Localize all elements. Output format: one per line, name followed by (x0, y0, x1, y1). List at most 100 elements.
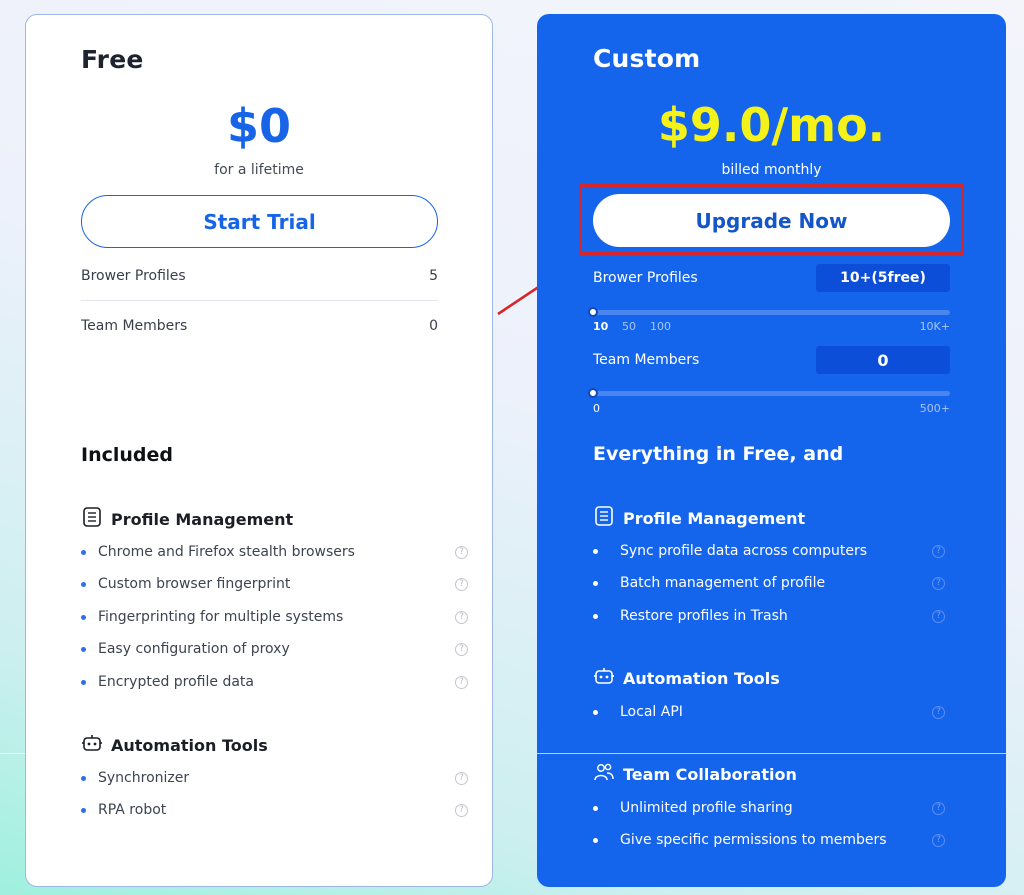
custom-plan-price-sub: billed monthly (721, 162, 822, 178)
bullet (593, 805, 598, 811)
custom-plan-title: Custom (593, 44, 701, 73)
free-members-label: Team Members (81, 318, 188, 334)
help-icon[interactable]: ? (932, 801, 945, 815)
slider-tick: 50 (622, 320, 636, 333)
feature-item: Fingerprinting for multiple systems ? (81, 609, 468, 625)
help-icon[interactable]: ? (932, 609, 945, 623)
group-title: Profile Management (111, 509, 294, 529)
feature-text: Encrypted profile data (98, 674, 254, 690)
page-rule-right (537, 753, 1006, 754)
help-icon[interactable]: ? (932, 544, 945, 558)
free-group-automation-tools: Automation Tools (81, 732, 268, 758)
feature-text: Give specific permissions to members (620, 832, 887, 848)
profiles-value-box[interactable]: 10+(5free) (816, 264, 950, 292)
group-title: Profile Management (623, 508, 806, 528)
help-icon[interactable]: ? (932, 576, 945, 590)
feature-item: Batch management of profile ? (593, 575, 945, 591)
document-icon (81, 506, 103, 532)
feature-item: Sync profile data across computers ? (593, 543, 945, 559)
help-icon[interactable]: ? (455, 803, 468, 817)
bullet (81, 614, 86, 620)
row-divider (81, 300, 438, 301)
help-icon[interactable]: ? (455, 610, 468, 624)
free-plan-price-sub: for a lifetime (214, 162, 304, 178)
slider-tick: 0 (593, 402, 600, 415)
bullet (593, 709, 598, 715)
feature-text: Local API (620, 704, 683, 720)
members-slider-track[interactable] (593, 391, 950, 396)
feature-item: Local API ? (593, 704, 945, 720)
feature-item: Unlimited profile sharing ? (593, 800, 945, 816)
help-icon[interactable]: ? (932, 833, 945, 847)
feature-text: Chrome and Firefox stealth browsers (98, 544, 355, 560)
custom-profiles-label: Brower Profiles (593, 270, 698, 286)
bullet (593, 613, 598, 619)
slider-tick: 10 (593, 320, 609, 333)
feature-text: Easy configuration of proxy (98, 641, 290, 657)
feature-item: Chrome and Firefox stealth browsers ? (81, 544, 468, 560)
group-title: Team Collaboration (623, 764, 797, 784)
everything-heading: Everything in Free, and (593, 443, 844, 465)
free-plan-price: $0 (226, 99, 291, 153)
feature-text: Fingerprinting for multiple systems (98, 609, 344, 625)
custom-plan-price: $9.0/mo. (657, 98, 886, 152)
feature-text: Custom browser fingerprint (98, 576, 291, 592)
feature-item: Give specific permissions to members ? (593, 832, 945, 848)
custom-plan-card: Custom $9.0/mo. billed monthly Upgrade N… (537, 14, 1006, 887)
feature-text: Restore profiles in Trash (620, 608, 788, 624)
start-trial-button[interactable]: Start Trial (81, 195, 438, 248)
bullet (81, 775, 86, 781)
feature-text: Unlimited profile sharing (620, 800, 793, 816)
feature-item: Encrypted profile data ? (81, 674, 468, 690)
bullet (593, 837, 598, 843)
page-rule-left (0, 753, 25, 754)
feature-item: Synchronizer ? (81, 770, 468, 786)
feature-item: RPA robot ? (81, 802, 468, 818)
feature-item: Restore profiles in Trash ? (593, 608, 945, 624)
feature-text: Batch management of profile (620, 575, 826, 591)
slider-tick: 100 (650, 320, 671, 333)
bullet (81, 807, 86, 813)
profiles-slider-handle[interactable] (588, 307, 598, 317)
free-plan-title: Free (81, 45, 144, 74)
included-heading: Included (81, 444, 173, 466)
help-icon[interactable]: ? (932, 705, 945, 719)
feature-text: Synchronizer (98, 770, 190, 786)
custom-group-team-collaboration: Team Collaboration (593, 761, 797, 787)
upgrade-now-button[interactable]: Upgrade Now (593, 194, 950, 247)
custom-group-automation-tools: Automation Tools (593, 665, 780, 691)
help-icon[interactable]: ? (455, 577, 468, 591)
help-icon[interactable]: ? (455, 675, 468, 689)
help-icon[interactable]: ? (455, 771, 468, 785)
custom-members-label: Team Members (593, 352, 700, 368)
members-slider-handle[interactable] (588, 388, 598, 398)
bullet (593, 548, 598, 554)
free-members-value: 0 (429, 318, 438, 334)
bullet (81, 679, 86, 685)
slider-tick: 10K+ (919, 320, 950, 333)
robot-icon (81, 732, 103, 758)
document-icon (593, 505, 615, 531)
profiles-slider-track[interactable] (593, 310, 950, 315)
feature-item: Easy configuration of proxy ? (81, 641, 468, 657)
bullet (81, 581, 86, 587)
feature-text: Sync profile data across computers (620, 543, 867, 559)
robot-icon (593, 665, 615, 691)
free-plan-card: Free $0 for a lifetime Start Trial Browe… (25, 14, 493, 887)
free-group-profile-management: Profile Management (81, 506, 293, 532)
members-value-box[interactable]: 0 (816, 346, 950, 374)
free-profiles-label: Brower Profiles (81, 268, 186, 284)
custom-group-profile-management: Profile Management (593, 505, 805, 531)
bullet (81, 549, 86, 555)
slider-tick: 500+ (919, 402, 950, 415)
bullet (81, 646, 86, 652)
feature-item: Custom browser fingerprint ? (81, 576, 468, 592)
bullet (593, 580, 598, 586)
help-icon[interactable]: ? (455, 642, 468, 656)
feature-text: RPA robot (98, 802, 167, 818)
group-title: Automation Tools (111, 735, 268, 755)
team-icon (593, 761, 615, 787)
free-profiles-value: 5 (429, 268, 438, 284)
help-icon[interactable]: ? (455, 545, 468, 559)
group-title: Automation Tools (623, 668, 780, 688)
